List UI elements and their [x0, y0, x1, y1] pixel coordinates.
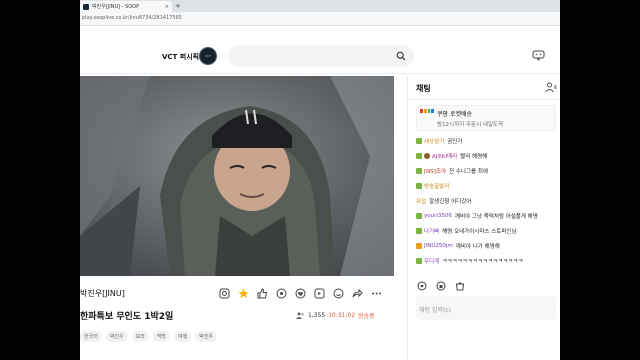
shop-icon[interactable]	[454, 280, 465, 291]
new-tab-button[interactable]: +	[175, 1, 181, 11]
chat-message-list: 세상삼기 곰인가 AJINU매라 빨리 해명해 [NS]조아 전 수니그룹 최애 방송출발러…	[416, 133, 560, 283]
user-badge-icon	[416, 182, 422, 189]
heart-icon[interactable]	[294, 287, 307, 300]
viewer-count: 1,355	[308, 312, 326, 319]
chat-message: 세상삼기 곰인가	[416, 133, 560, 148]
chat-nickname[interactable]: 세상삼기	[424, 137, 444, 145]
tab-bar: 박진우[JINU] - SOOP × +	[80, 0, 560, 12]
chat-message: AJINU매라 빨리 해명해	[416, 148, 560, 163]
chat-panel: 채팅 쿠팡 로켓배송 밤12시까지 주문시 내일도착 세상삼기 곰인가 AJINU매…	[407, 76, 560, 360]
emoji-icon[interactable]	[416, 280, 427, 291]
user-badge-icon	[416, 227, 422, 234]
chat-tools	[416, 280, 465, 291]
more-icon[interactable]	[370, 287, 383, 300]
tag-item[interactable]: 박진우	[195, 331, 218, 342]
tag-item[interactable]: 박진우	[105, 331, 128, 342]
thumbs-up-icon[interactable]	[256, 287, 269, 300]
chat-nickname[interactable]: JINU250jm	[424, 243, 453, 249]
chat-message: 나기빠 해명 오네가이시마스 스토퍼인님	[416, 223, 560, 238]
tag-item[interactable]: 보라	[131, 331, 149, 342]
chat-nickname[interactable]: 나기빠	[424, 227, 439, 235]
coupang-logo-icon	[420, 109, 434, 116]
elapsed-time: 10:31:02	[328, 312, 356, 319]
star-icon[interactable]	[237, 287, 250, 300]
chat-text: 곰인가	[447, 138, 463, 145]
chat-text: 해명 오네가이시마스 스토퍼인님	[442, 228, 517, 235]
tab-close-icon[interactable]: ×	[165, 4, 169, 10]
chat-input[interactable]: 채팅 입력(c)	[416, 296, 556, 320]
channel-logo[interactable]: VCT	[199, 47, 217, 65]
chat-nickname[interactable]: 우디게	[424, 257, 439, 265]
chat-message: 유섭 잘생긴형 어디갔어	[416, 193, 560, 208]
video-player[interactable]	[80, 76, 394, 276]
user-badge-icon	[416, 242, 422, 249]
stream-title: 한파특보 무인도 1박2일	[80, 312, 174, 322]
chat-text: 전 수니그룹 최애	[449, 168, 488, 175]
chat-nickname[interactable]: [NS]조아	[424, 167, 446, 175]
gift-balloon-icon[interactable]	[435, 280, 446, 291]
site-header: VCT 퍼시픽 VCT	[80, 26, 560, 74]
chat-nickname[interactable]: 방송출발러	[424, 182, 449, 190]
search-icon[interactable]	[396, 51, 406, 61]
address-bar[interactable]: play.sooplive.co.kr/jinu6734/281417565	[80, 12, 560, 26]
browser-tab[interactable]: 박진우[JINU] - SOOP ×	[80, 1, 172, 12]
chat-users-icon[interactable]	[545, 82, 557, 93]
streamer-name[interactable]: 박진우[JINU]	[80, 288, 125, 299]
url-text: play.sooplive.co.kr/jinu6734/281417565	[82, 15, 182, 21]
chat-nickname[interactable]: AJINU매라	[432, 152, 457, 160]
tag-item[interactable]: 한국어	[80, 331, 102, 342]
tab-title: 박진우[JINU] - SOOP	[92, 4, 140, 10]
browser-window: 박진우[JINU] - SOOP × + play.sooplive.co.kr…	[80, 0, 560, 360]
gift-icon[interactable]	[275, 287, 288, 300]
user-badge-icon	[416, 257, 422, 264]
viewer-info: 1,355 10:31:02 방송중	[296, 311, 375, 320]
chat-message: youri3506 깨비야 그냥 죽댁처럼 어설플게 해명	[416, 208, 560, 223]
user-badge-icon	[416, 152, 422, 159]
sponsor-notice[interactable]: 쿠팡 로켓배송 밤12시까지 주문시 내일도착	[416, 105, 556, 131]
sticker-icon[interactable]	[332, 287, 345, 300]
bookmark-icon[interactable]	[218, 287, 231, 300]
favicon-icon	[83, 3, 89, 10]
chat-text: 깨비야 그냥 죽댁처럼 어설플게 해명	[454, 213, 538, 220]
user-badge-icon	[416, 167, 422, 174]
live-label: 방송중	[358, 313, 375, 320]
chat-message: JINU250jm 깨비야 니가 해명해	[416, 238, 560, 253]
notice-title: 쿠팡 로켓배송	[437, 111, 473, 118]
chat-message: 우디게 ㅋㅋㅋㅋㅋㅋㅋㅋㅋㅋㅋㅋㅋㅋㅋㅋ	[416, 253, 560, 268]
chat-message: 방송출발러	[416, 178, 560, 193]
chat-title: 채팅	[416, 84, 431, 93]
chat-bubble-icon[interactable]	[532, 50, 545, 61]
chat-text: 깨비야 니가 해명해	[455, 243, 500, 250]
chat-nickname[interactable]: 유섭	[416, 197, 426, 205]
viewers-icon	[296, 312, 304, 319]
tag-item[interactable]: 여행	[174, 331, 192, 342]
fan-badge-icon	[424, 152, 430, 159]
chat-text: 잘생긴형 어디갔어	[429, 198, 472, 205]
screen-background: 박진우[JINU] - SOOP × + play.sooplive.co.kr…	[0, 0, 640, 360]
tag-item[interactable]: 먹방	[152, 331, 171, 342]
chat-text: 빨리 해명해	[460, 153, 488, 160]
channel-name[interactable]: VCT 퍼시픽	[162, 52, 199, 62]
clip-icon[interactable]	[313, 287, 326, 300]
user-badge-icon	[416, 137, 422, 144]
action-bar	[218, 287, 383, 300]
tag-list: 한국어 박진우 보라 먹방 여행 박진우	[80, 331, 218, 342]
channel-logo-text: VCT	[205, 54, 211, 58]
chat-header: 채팅	[408, 76, 560, 100]
chat-text: ㅋㅋㅋㅋㅋㅋㅋㅋㅋㅋㅋㅋㅋㅋㅋㅋ	[442, 258, 524, 265]
user-badge-icon	[416, 212, 422, 219]
share-icon[interactable]	[351, 287, 364, 300]
chat-input-placeholder: 채팅 입력(c)	[419, 307, 451, 314]
video-frame	[80, 76, 394, 276]
chat-nickname[interactable]: youri3506	[424, 213, 452, 219]
chat-message: [NS]조아 전 수니그룹 최애	[416, 163, 560, 178]
notice-subtitle: 밤12시까지 주문시 내일도착	[437, 122, 504, 128]
search-input[interactable]	[228, 45, 414, 67]
